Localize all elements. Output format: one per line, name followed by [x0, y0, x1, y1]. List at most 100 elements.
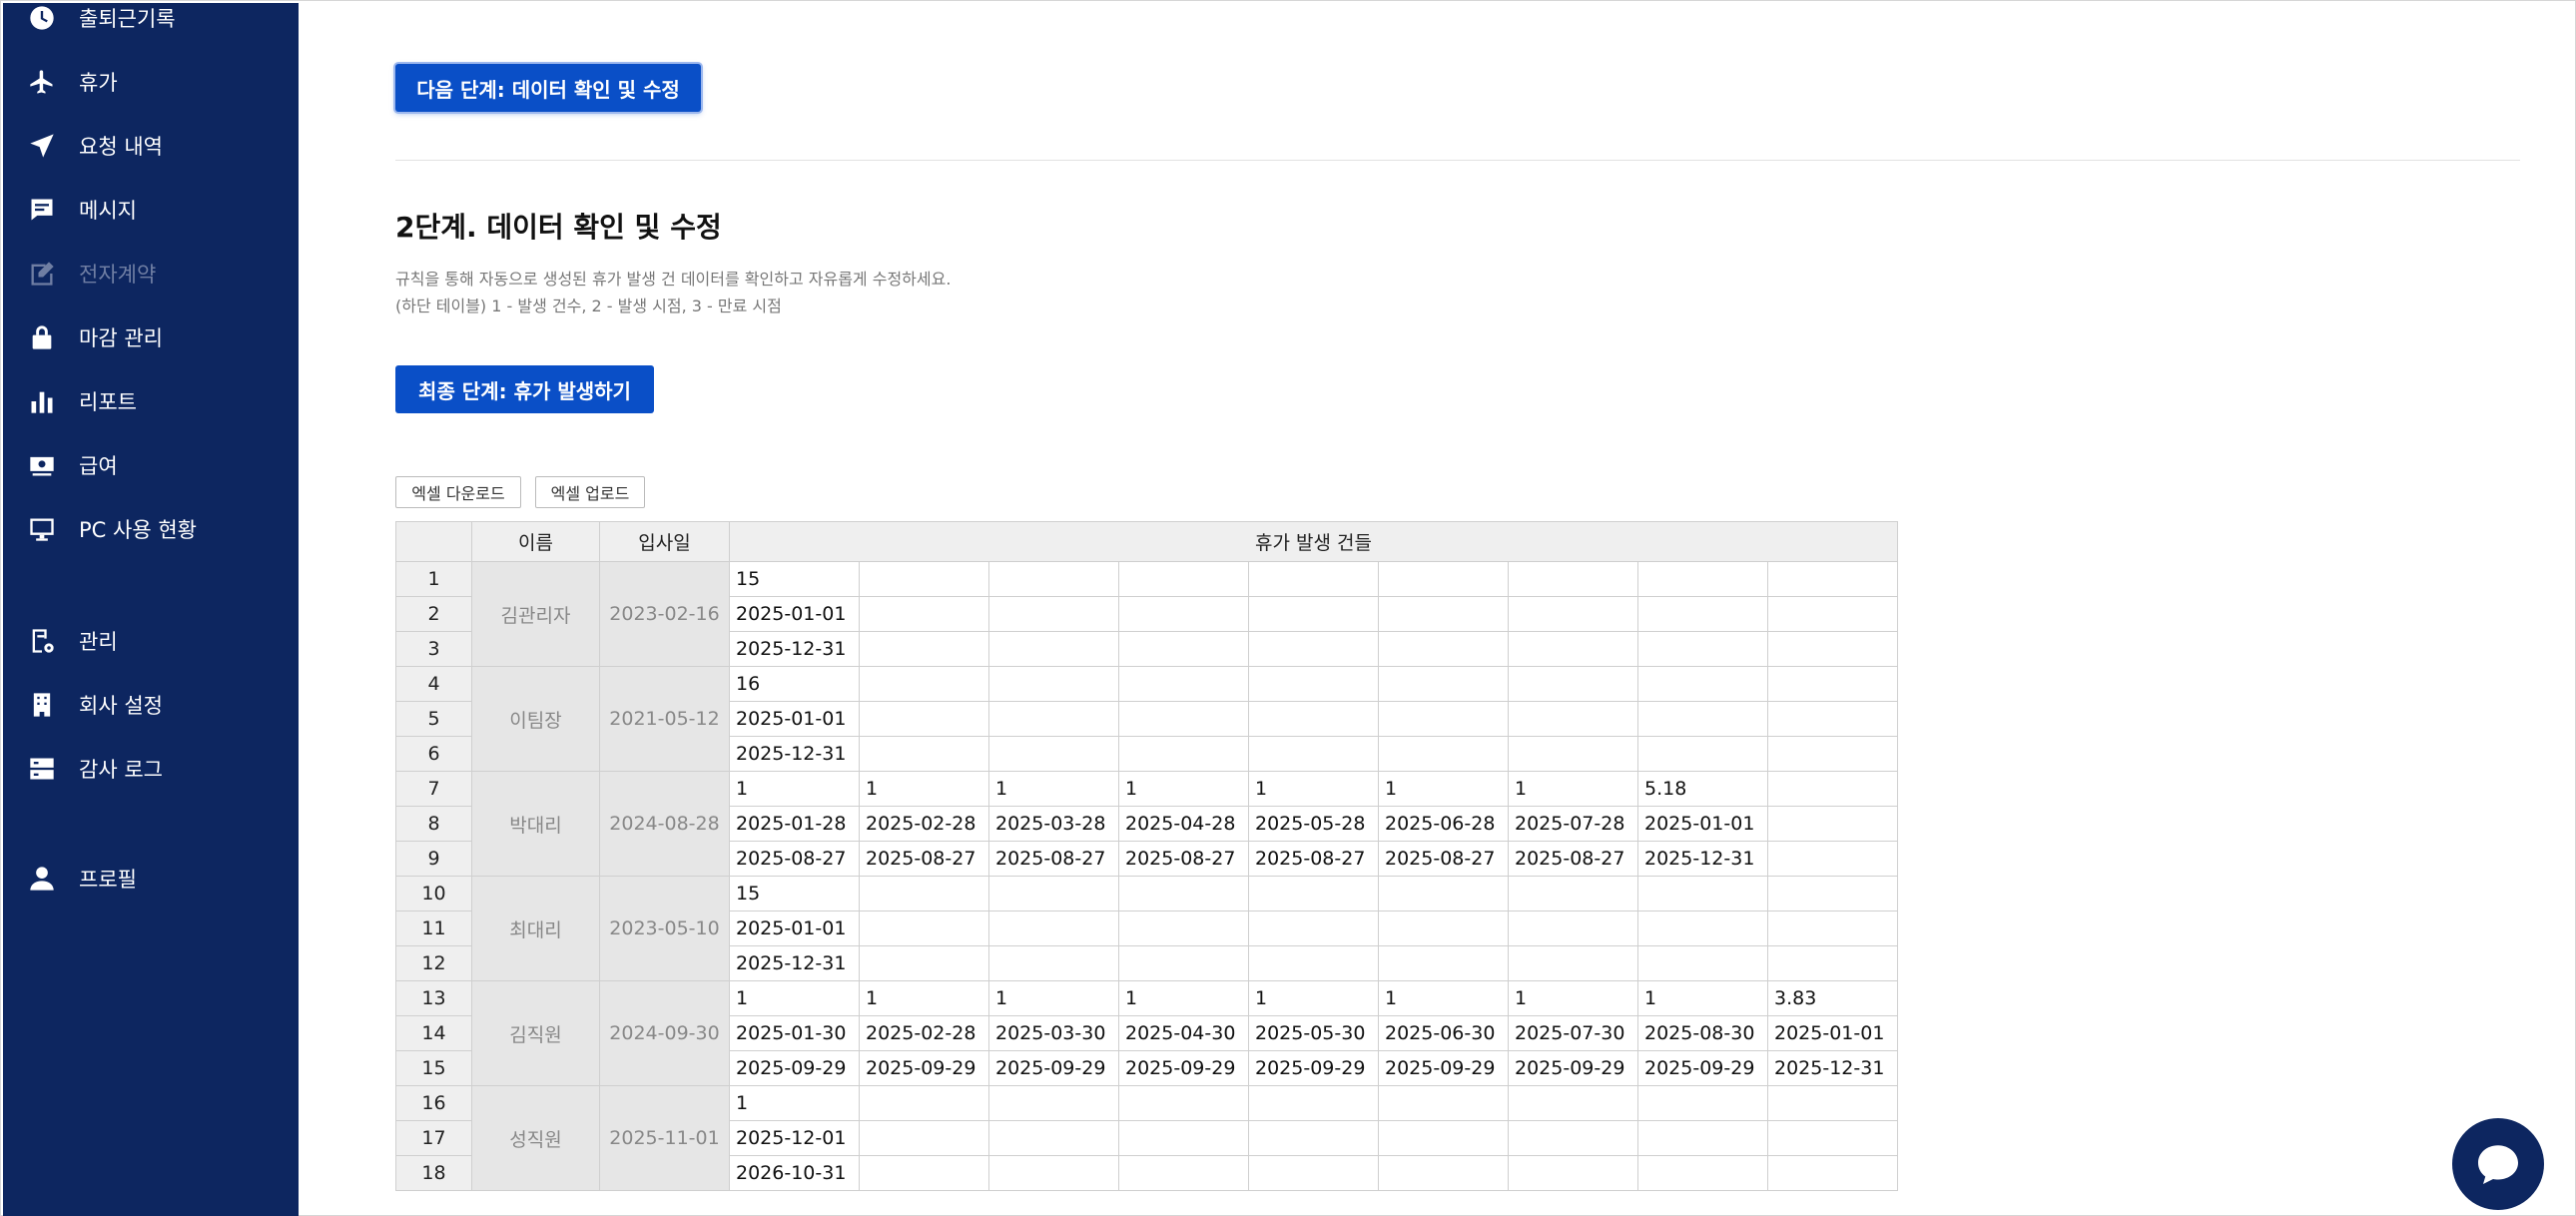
- grant-cell[interactable]: [1248, 1085, 1379, 1121]
- grant-cell[interactable]: [1118, 1085, 1249, 1121]
- grant-cell[interactable]: 1: [1248, 771, 1379, 807]
- grant-cell[interactable]: [859, 876, 989, 912]
- grant-cell[interactable]: 2025-07-28: [1508, 806, 1638, 842]
- grant-cell[interactable]: [859, 666, 989, 702]
- grant-cell[interactable]: 2025-02-28: [859, 806, 989, 842]
- grant-cell[interactable]: 2025-07-30: [1508, 1015, 1638, 1051]
- grant-cell[interactable]: 1: [729, 1085, 860, 1121]
- grant-cell[interactable]: 2025-01-28: [729, 806, 860, 842]
- grant-cell[interactable]: [1508, 1120, 1638, 1156]
- sidebar-item-closing[interactable]: 마감 관리: [3, 312, 299, 362]
- grant-cell[interactable]: 2025-08-27: [1118, 841, 1249, 877]
- grant-cell[interactable]: 1: [1378, 980, 1509, 1016]
- grant-cell[interactable]: [859, 945, 989, 981]
- grant-cell[interactable]: [1118, 876, 1249, 912]
- grant-cell[interactable]: 2025-05-28: [1248, 806, 1379, 842]
- grant-cell[interactable]: 2025-04-28: [1118, 806, 1249, 842]
- sidebar-item-econtract[interactable]: 전자계약: [3, 249, 299, 299]
- grant-cell[interactable]: [1248, 1155, 1379, 1191]
- grant-cell[interactable]: 2025-05-30: [1248, 1015, 1379, 1051]
- grant-cell[interactable]: 1: [1248, 980, 1379, 1016]
- grant-cell[interactable]: 1: [729, 980, 860, 1016]
- grant-cell[interactable]: 15: [729, 561, 860, 597]
- grant-cell[interactable]: [1767, 596, 1898, 632]
- grant-cell[interactable]: [1508, 1155, 1638, 1191]
- grant-cell[interactable]: [1508, 596, 1638, 632]
- grant-cell[interactable]: 2025-09-29: [1118, 1050, 1249, 1086]
- grant-cell[interactable]: [1248, 561, 1379, 597]
- grant-cell[interactable]: 1: [988, 980, 1119, 1016]
- grant-cell[interactable]: 2025-03-30: [988, 1015, 1119, 1051]
- grant-cell[interactable]: 1: [1118, 980, 1249, 1016]
- grant-cell[interactable]: [1637, 561, 1768, 597]
- grant-cell[interactable]: [1248, 876, 1379, 912]
- grant-cell[interactable]: [859, 1085, 989, 1121]
- grant-cell[interactable]: [1767, 841, 1898, 877]
- grant-cell[interactable]: [1118, 596, 1249, 632]
- grant-cell[interactable]: 2025-06-30: [1378, 1015, 1509, 1051]
- grant-cell[interactable]: [1508, 911, 1638, 946]
- grant-cell[interactable]: 1: [859, 771, 989, 807]
- grant-cell[interactable]: 2025-01-01: [729, 596, 860, 632]
- grant-cell[interactable]: 2025-01-30: [729, 1015, 860, 1051]
- excel-upload-button[interactable]: 엑셀 업로드: [535, 476, 645, 508]
- grant-cell[interactable]: [988, 1120, 1119, 1156]
- grant-cell[interactable]: 2025-01-01: [1637, 806, 1768, 842]
- grant-cell[interactable]: [859, 701, 989, 737]
- grant-cell[interactable]: [1767, 561, 1898, 597]
- grant-cell[interactable]: [1118, 911, 1249, 946]
- grant-cell[interactable]: 2025-08-27: [1248, 841, 1379, 877]
- grant-cell[interactable]: [1767, 876, 1898, 912]
- grant-cell[interactable]: [1637, 666, 1768, 702]
- grant-cell[interactable]: [1508, 1085, 1638, 1121]
- excel-download-button[interactable]: 엑셀 다운로드: [395, 476, 521, 508]
- grant-cell[interactable]: [1248, 945, 1379, 981]
- grant-cell[interactable]: [1248, 911, 1379, 946]
- grant-cell[interactable]: [1378, 1085, 1509, 1121]
- grant-cell[interactable]: [1508, 666, 1638, 702]
- grant-cell[interactable]: [1248, 1120, 1379, 1156]
- grant-cell[interactable]: [1118, 701, 1249, 737]
- grant-cell[interactable]: [1767, 1120, 1898, 1156]
- grant-cell[interactable]: [1248, 631, 1379, 667]
- grant-cell[interactable]: [1637, 596, 1768, 632]
- grant-cell[interactable]: [988, 736, 1119, 772]
- grant-cell[interactable]: [1118, 1155, 1249, 1191]
- grant-cell[interactable]: [1378, 666, 1509, 702]
- grant-cell[interactable]: [859, 911, 989, 946]
- grant-cell[interactable]: [988, 945, 1119, 981]
- grant-cell[interactable]: 2025-09-29: [859, 1050, 989, 1086]
- grant-cell[interactable]: [1378, 945, 1509, 981]
- grant-cell[interactable]: [1508, 631, 1638, 667]
- grant-cell[interactable]: [1767, 701, 1898, 737]
- grant-cell[interactable]: [1508, 701, 1638, 737]
- sidebar-item-messages[interactable]: 메시지: [3, 185, 299, 235]
- sidebar-item-attendance[interactable]: 출퇴근기록: [3, 0, 299, 43]
- grant-cell[interactable]: 2026-10-31: [729, 1155, 860, 1191]
- chat-button[interactable]: [2452, 1118, 2544, 1210]
- grant-cell[interactable]: 1: [988, 771, 1119, 807]
- grant-cell[interactable]: [859, 1120, 989, 1156]
- grant-cell[interactable]: [1378, 1155, 1509, 1191]
- sidebar-item-pc-usage[interactable]: PC 사용 현황: [3, 504, 299, 554]
- grant-cell[interactable]: [1508, 876, 1638, 912]
- grant-cell[interactable]: 2025-08-27: [859, 841, 989, 877]
- grant-cell[interactable]: [1118, 945, 1249, 981]
- grant-cell[interactable]: 2025-01-01: [729, 701, 860, 737]
- grant-cell[interactable]: 2025-04-30: [1118, 1015, 1249, 1051]
- grant-cell[interactable]: [988, 561, 1119, 597]
- grant-cell[interactable]: [988, 876, 1119, 912]
- grant-cell[interactable]: [1378, 631, 1509, 667]
- grant-cell[interactable]: 2025-01-01: [1767, 1015, 1898, 1051]
- grant-cell[interactable]: [1118, 666, 1249, 702]
- grant-cell[interactable]: [988, 1155, 1119, 1191]
- grant-cell[interactable]: [1378, 1120, 1509, 1156]
- grant-cell[interactable]: 2025-06-28: [1378, 806, 1509, 842]
- sidebar-item-management[interactable]: 관리: [3, 616, 299, 666]
- final-step-button[interactable]: 최종 단계: 휴가 발생하기: [395, 365, 654, 413]
- grant-cell[interactable]: 2025-09-29: [1637, 1050, 1768, 1086]
- grant-cell[interactable]: 2025-12-01: [729, 1120, 860, 1156]
- grant-cell[interactable]: [859, 736, 989, 772]
- grant-cell[interactable]: [988, 631, 1119, 667]
- grant-cell[interactable]: 1: [1378, 771, 1509, 807]
